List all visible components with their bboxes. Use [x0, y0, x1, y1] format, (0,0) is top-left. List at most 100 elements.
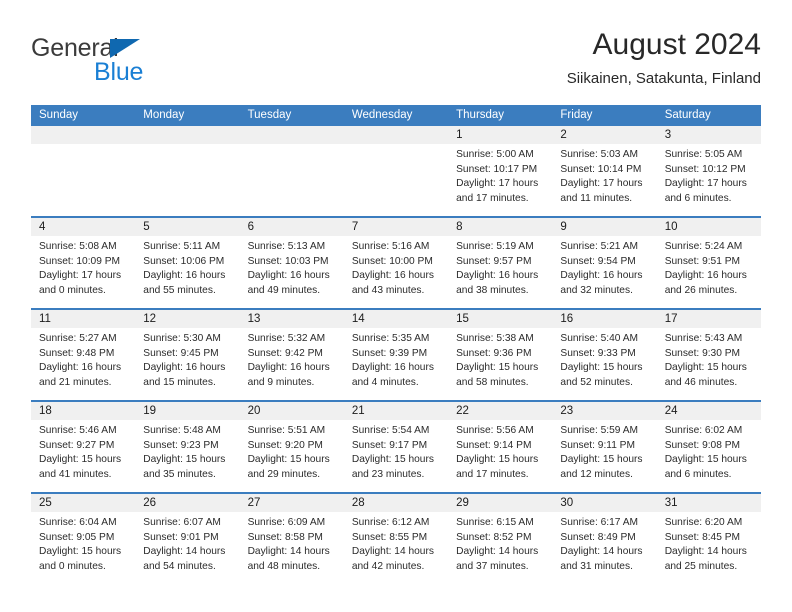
- day-cell[interactable]: Sunrise: 5:56 AM Sunset: 9:14 PM Daylight:…: [448, 420, 552, 492]
- day-sunset-text: Sunset: 8:55 PM: [351, 531, 428, 543]
- day-sunset-text: Sunset: 8:49 PM: [560, 531, 636, 543]
- day-cell[interactable]: Sunrise: 5:05 AM Sunset: 10:12 PM Daylight…: [657, 144, 761, 216]
- day-daylight-line1-text: Daylight: 14 hours: [456, 546, 539, 558]
- day-number[interactable]: 17: [657, 310, 761, 328]
- day-daylight-line1-text: Daylight: 14 hours: [247, 546, 330, 558]
- day-daylight-line2-text: and 17 minutes.: [456, 468, 529, 480]
- day-number[interactable]: 29: [448, 494, 552, 512]
- day-number[interactable]: 27: [240, 494, 344, 512]
- day-cell[interactable]: Sunrise: 6:04 AM Sunset: 9:05 PM Daylight:…: [31, 512, 135, 584]
- day-number[interactable]: 25: [31, 494, 135, 512]
- day-cell[interactable]: Sunrise: 6:02 AM Sunset: 9:08 PM Daylight:…: [657, 420, 761, 492]
- day-cell[interactable]: Sunrise: 6:09 AM Sunset: 8:58 PM Daylight:…: [240, 512, 344, 584]
- day-number[interactable]: 21: [344, 402, 448, 420]
- calendar-week-row: 18 19 20 21 22 23 24 Sunrise: 5:46 AM Sunset: 9:…: [31, 400, 761, 492]
- day-sunrise-text: Sunrise: 5:46 AM: [39, 425, 117, 436]
- day-daylight-line2-text: and 26 minutes.: [664, 284, 738, 296]
- day-number[interactable]: 16: [552, 310, 656, 328]
- day-number[interactable]: 12: [135, 310, 239, 328]
- day-sunset-text: Sunset: 9:51 PM: [664, 255, 741, 267]
- day-cell[interactable]: Sunrise: 6:20 AM Sunset: 8:45 PM Daylight:…: [657, 512, 761, 584]
- day-daylight-line1-text: Daylight: 17 hours: [456, 178, 539, 190]
- day-number[interactable]: 15: [448, 310, 552, 328]
- day-sunrise-text: Sunrise: 5:00 AM: [456, 149, 534, 160]
- day-number[interactable]: 18: [31, 402, 135, 420]
- day-daylight-line1-text: Daylight: 15 hours: [247, 454, 330, 466]
- day-cell[interactable]: Sunrise: 5:24 AM Sunset: 9:51 PM Daylight:…: [657, 236, 761, 308]
- day-sunset-text: Sunset: 9:14 PM: [456, 439, 532, 451]
- day-cell[interactable]: Sunrise: 6:07 AM Sunset: 9:01 PM Daylight:…: [135, 512, 239, 584]
- day-cell[interactable]: Sunrise: 6:15 AM Sunset: 8:52 PM Daylight:…: [448, 512, 552, 584]
- day-number[interactable]: 31: [657, 494, 761, 512]
- day-number[interactable]: 2: [552, 126, 656, 144]
- day-cell[interactable]: Sunrise: 5:32 AM Sunset: 9:42 PM Daylight:…: [240, 328, 344, 400]
- day-cell[interactable]: Sunrise: 5:00 AM Sunset: 10:17 PM Daylight…: [448, 144, 552, 216]
- week-daynumber-band: 4 5 6 7 8 9 10: [31, 218, 761, 236]
- day-cell[interactable]: Sunrise: 5:30 AM Sunset: 9:45 PM Daylight:…: [135, 328, 239, 400]
- day-number[interactable]: 8: [448, 218, 552, 236]
- day-cell[interactable]: Sunrise: 6:12 AM Sunset: 8:55 PM Daylight:…: [344, 512, 448, 584]
- day-daylight-line1-text: Daylight: 15 hours: [560, 362, 643, 374]
- day-number[interactable]: 30: [552, 494, 656, 512]
- day-cell[interactable]: Sunrise: 5:51 AM Sunset: 9:20 PM Daylight:…: [240, 420, 344, 492]
- day-number[interactable]: 6: [240, 218, 344, 236]
- day-number[interactable]: 5: [135, 218, 239, 236]
- day-number[interactable]: 22: [448, 402, 552, 420]
- day-number-empty: [344, 126, 448, 144]
- day-cell[interactable]: Sunrise: 5:48 AM Sunset: 9:23 PM Daylight:…: [135, 420, 239, 492]
- day-number[interactable]: 10: [657, 218, 761, 236]
- day-cell[interactable]: Sunrise: 6:17 AM Sunset: 8:49 PM Daylight:…: [552, 512, 656, 584]
- page-title: August 2024: [592, 28, 761, 61]
- day-number[interactable]: 7: [344, 218, 448, 236]
- day-daylight-line1-text: Daylight: 15 hours: [664, 454, 747, 466]
- day-cell[interactable]: Sunrise: 5:59 AM Sunset: 9:11 PM Daylight:…: [552, 420, 656, 492]
- day-cell[interactable]: Sunrise: 5:43 AM Sunset: 9:30 PM Daylight:…: [657, 328, 761, 400]
- general-blue-logo[interactable]: General Blue: [31, 34, 241, 90]
- day-cell[interactable]: Sunrise: 5:46 AM Sunset: 9:27 PM Daylight:…: [31, 420, 135, 492]
- calendar-weeks: 1 2 3 Sunrise: 5:00 AM Sunset: 10:17 PM Dayli…: [31, 126, 761, 584]
- day-cell[interactable]: Sunrise: 5:19 AM Sunset: 9:57 PM Daylight:…: [448, 236, 552, 308]
- day-number[interactable]: 14: [344, 310, 448, 328]
- day-cell[interactable]: Sunrise: 5:03 AM Sunset: 10:14 PM Daylight…: [552, 144, 656, 216]
- day-cell[interactable]: Sunrise: 5:54 AM Sunset: 9:17 PM Daylight:…: [344, 420, 448, 492]
- day-number[interactable]: 1: [448, 126, 552, 144]
- day-number[interactable]: 4: [31, 218, 135, 236]
- day-sunset-text: Sunset: 9:17 PM: [351, 439, 428, 451]
- day-daylight-line2-text: and 55 minutes.: [143, 284, 216, 296]
- day-number[interactable]: 11: [31, 310, 135, 328]
- day-daylight-line2-text: and 4 minutes.: [351, 376, 419, 388]
- day-daylight-line2-text: and 0 minutes.: [39, 284, 106, 296]
- day-daylight-line2-text: and 11 minutes.: [560, 192, 633, 204]
- day-cell[interactable]: Sunrise: 5:38 AM Sunset: 9:36 PM Daylight:…: [448, 328, 552, 400]
- day-cell[interactable]: Sunrise: 5:27 AM Sunset: 9:48 PM Daylight:…: [31, 328, 135, 400]
- day-daylight-line1-text: Daylight: 16 hours: [560, 270, 643, 282]
- day-sunrise-text: Sunrise: 5:40 AM: [560, 333, 638, 344]
- day-number[interactable]: 19: [135, 402, 239, 420]
- day-cell[interactable]: Sunrise: 5:08 AM Sunset: 10:09 PM Daylight…: [31, 236, 135, 308]
- calendar-grid: Sunday Monday Tuesday Wednesday Thursday…: [31, 105, 761, 584]
- day-sunrise-text: Sunrise: 6:09 AM: [247, 517, 326, 528]
- day-sunrise-text: Sunrise: 5:03 AM: [560, 149, 638, 160]
- day-number[interactable]: 20: [240, 402, 344, 420]
- day-daylight-line1-text: Daylight: 16 hours: [143, 362, 226, 374]
- day-number[interactable]: 9: [552, 218, 656, 236]
- day-cell[interactable]: Sunrise: 5:21 AM Sunset: 9:54 PM Daylight:…: [552, 236, 656, 308]
- day-sunset-text: Sunset: 9:01 PM: [143, 531, 219, 543]
- day-sunset-text: Sunset: 10:03 PM: [247, 255, 329, 267]
- day-cell[interactable]: Sunrise: 5:16 AM Sunset: 10:00 PM Daylight…: [344, 236, 448, 308]
- day-number[interactable]: 28: [344, 494, 448, 512]
- week-detail-band: Sunrise: 5:08 AM Sunset: 10:09 PM Daylight…: [31, 236, 761, 308]
- day-cell[interactable]: Sunrise: 5:35 AM Sunset: 9:39 PM Daylight:…: [344, 328, 448, 400]
- day-cell[interactable]: Sunrise: 5:13 AM Sunset: 10:03 PM Daylight…: [240, 236, 344, 308]
- day-daylight-line2-text: and 48 minutes.: [247, 560, 321, 572]
- day-number[interactable]: 26: [135, 494, 239, 512]
- day-number[interactable]: 3: [657, 126, 761, 144]
- day-number[interactable]: 24: [657, 402, 761, 420]
- day-number[interactable]: 23: [552, 402, 656, 420]
- day-number[interactable]: 13: [240, 310, 344, 328]
- day-sunrise-text: Sunrise: 5:35 AM: [351, 333, 430, 344]
- day-cell[interactable]: Sunrise: 5:11 AM Sunset: 10:06 PM Daylight…: [135, 236, 239, 308]
- day-cell[interactable]: Sunrise: 5:40 AM Sunset: 9:33 PM Daylight:…: [552, 328, 656, 400]
- day-sunset-text: Sunset: 8:52 PM: [456, 531, 532, 543]
- week-detail-band: Sunrise: 5:46 AM Sunset: 9:27 PM Daylight:…: [31, 420, 761, 492]
